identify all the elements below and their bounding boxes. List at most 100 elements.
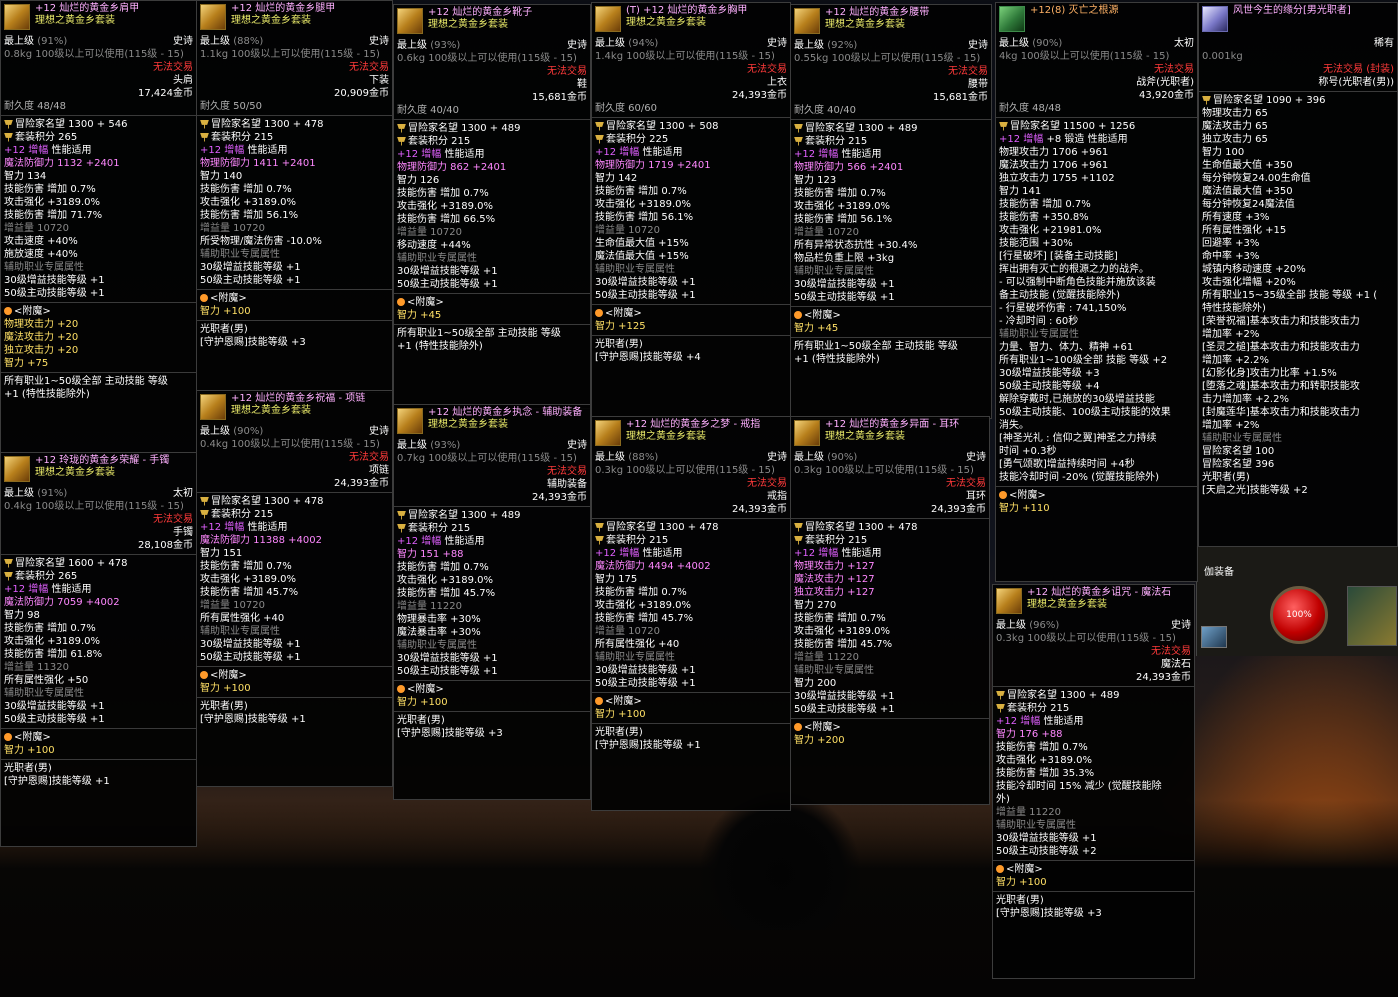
set-points: 套装积分 215: [805, 535, 868, 546]
tooltip-header: +12 灿烂的黄金乡之梦 - 戒指 理想之黄金乡套装: [592, 417, 790, 451]
fame-icon: [996, 690, 1005, 700]
skill-slot-icon[interactable]: [1201, 626, 1227, 648]
stat-line: 30级增益技能等级 +1: [397, 653, 498, 664]
amp-level: +12 增幅: [999, 134, 1044, 145]
item-name: 风世今生的缘分[男光职者]: [1233, 5, 1351, 16]
level-req: 100级以上可以使用(115级 - 15): [1020, 51, 1170, 62]
stat-line: 所有职业15~35级全部 技能 等级 +1 (: [1202, 290, 1378, 301]
skill-bar-icon[interactable]: [1347, 586, 1397, 646]
stat-line: 增加率 +2%: [1202, 329, 1260, 340]
hud-equip-label: 伽装备: [1204, 567, 1234, 578]
stat-line: 50级主动技能等级 +1: [595, 678, 696, 689]
stat-line: 回避率 +3%: [1202, 238, 1260, 249]
stat-line: 技能伤害 增加 0.7%: [4, 184, 96, 195]
enchant-icon: [996, 865, 1004, 873]
price: 24,393金币: [732, 90, 787, 101]
set-name: 理想之黄金乡套装: [428, 19, 508, 30]
stat-line: 所有异常状态抗性 +30.4%: [794, 240, 918, 251]
tooltip-bracelet: +12 玲珑的黄金乡荣耀 - 手镯 理想之黄金乡套装 最上级 (91%) 太初 0.4k…: [0, 452, 197, 847]
amp-sub: 性能适用: [444, 149, 485, 160]
stat-line: 增益量 10720: [200, 600, 265, 611]
stat-line: 攻击强化 +3189.0%: [4, 636, 101, 647]
stat-line: 物理暴击率 +30%: [397, 614, 481, 625]
amp-sub: 性能适用: [841, 149, 882, 160]
tail-line: 所有职业1~50级全部 主动技能 等级: [794, 341, 958, 352]
enchant-header: <附魔>: [14, 306, 51, 317]
set-point-icon: [4, 132, 13, 142]
grade-label: 最上级: [4, 36, 34, 47]
stat-line: 攻击强化 +3189.0%: [996, 755, 1093, 766]
item-icon: [999, 6, 1025, 32]
fame: 冒险家名望 1090 + 396: [1213, 95, 1326, 106]
stat-line: 30级增益技能等级 +1: [595, 277, 696, 288]
stat-line: [天启之光]技能等级 +2: [1202, 485, 1308, 496]
stat-line: 50级主动技能等级 +1: [4, 288, 105, 299]
amp-sub: +8 锻造 性能适用: [1046, 134, 1128, 145]
enchant-icon: [397, 298, 405, 306]
amp-level: +12 增幅: [397, 536, 442, 547]
enchant-header: <附魔>: [1006, 864, 1043, 875]
stat-line: 光职者(男): [1202, 472, 1250, 483]
grade-pct: (91%): [37, 488, 68, 499]
level-req: 100级以上可以使用(115级 - 15): [35, 49, 184, 60]
stat-line: 智力 151 +88: [397, 549, 464, 560]
item-name: +12 灿烂的黄金乡肩甲: [35, 3, 140, 14]
set-point-icon: [397, 136, 406, 146]
tail-line: 所有职业1~50级全部 主动技能 等级: [397, 328, 561, 339]
stat-line: 技能冷却时间 -20% (觉醒技能除外): [999, 472, 1159, 483]
trade-status: 无法交易: [1154, 64, 1194, 75]
stat-line: 生命值最大值 +350: [1202, 160, 1293, 171]
fame: 冒险家名望 1300 + 478: [211, 496, 324, 507]
stat-line: 50级主动技能等级 +4: [999, 381, 1100, 392]
enchant-line: 智力 +100: [397, 697, 448, 708]
enchant-line: 智力 +110: [999, 503, 1050, 514]
rarity: 史诗: [567, 40, 587, 51]
hp-orb: 100%: [1270, 586, 1328, 644]
trade-status: 无法交易 (封装): [1323, 64, 1394, 75]
set-points: 套装积分 215: [1007, 703, 1070, 714]
grade-pct: (94%): [628, 38, 659, 49]
enchant-line: 智力 +75: [4, 358, 49, 369]
tooltip-chest: (T) +12 灿烂的黄金乡胸甲 理想之黄金乡套装 最上级 (94%) 史诗 1.4kg…: [591, 2, 791, 417]
stat-line: 技能冷却时间 15% 减少 (觉醒技能除: [996, 781, 1162, 792]
fame: 冒险家名望 1300 + 489: [408, 510, 521, 521]
item-icon: [200, 394, 226, 420]
amp-level: +12 增幅: [4, 584, 49, 595]
amp-sub: 性能适用: [247, 145, 288, 156]
grade-label: 最上级: [397, 40, 427, 51]
stat-line: 增益量 11220: [397, 601, 462, 612]
fame: 冒险家名望 1300 + 489: [1007, 690, 1120, 701]
tooltip-header: +12 灿烂的黄金乡腰带 理想之黄金乡套装: [791, 5, 991, 39]
slot-type: 下装: [369, 75, 389, 86]
enchant-icon: [595, 697, 603, 705]
tooltip-header: (T) +12 灿烂的黄金乡胸甲 理想之黄金乡套装: [592, 3, 790, 37]
stat-line: 30级增益技能等级 +1: [996, 833, 1097, 844]
set-name: 理想之黄金乡套装: [35, 15, 115, 26]
stat-line: 技能伤害 增加 0.7%: [200, 561, 292, 572]
level-req: 100级以上可以使用(115级 - 15): [626, 465, 775, 476]
enchant-header: <附魔>: [14, 732, 51, 743]
grade-label: 最上级: [794, 452, 824, 463]
enchant-line: 物理攻击力 +20: [4, 319, 79, 330]
stat-line: 所有职业1~100级全部 技能 等级 +2: [999, 355, 1168, 366]
grade-pct: (96%): [1029, 620, 1060, 631]
stat-line: 增益量 11320: [4, 662, 69, 673]
trade-status: 无法交易: [349, 62, 389, 73]
stat-line: [堕落之魂]基本攻击力和转职技能攻: [1202, 381, 1360, 392]
rarity: 史诗: [966, 452, 986, 463]
level-req: 100级以上可以使用(115级 - 15): [1027, 633, 1176, 644]
tooltip-necklace: +12 灿烂的黄金乡祝福 - 项链 理想之黄金乡套装 最上级 (90%) 史诗 0.4k…: [196, 390, 393, 787]
grade-label: 最上级: [397, 440, 427, 451]
rarity: 太初: [1174, 38, 1194, 49]
fame-icon: [4, 119, 13, 129]
tooltip-magicstone: +12 灿烂的黄金乡诅咒 - 魔法石 理想之黄金乡套装 最上级 (96%) 史诗 0.3…: [992, 584, 1195, 979]
stat-line: 辅助职业专属属性: [397, 253, 477, 264]
slot-type: 头肩: [173, 75, 193, 86]
grade-pct: (88%): [233, 36, 264, 47]
amp-level: +12 增幅: [996, 716, 1041, 727]
price: 24,393金币: [931, 504, 986, 515]
stat-line: 魔法防御力 1132 +2401: [4, 158, 120, 169]
stat-line: 增益量 10720: [4, 223, 69, 234]
stat-line: 技能伤害 增加 56.1%: [200, 210, 299, 221]
stat-line: 所受物理/魔法伤害 -10.0%: [200, 236, 322, 247]
